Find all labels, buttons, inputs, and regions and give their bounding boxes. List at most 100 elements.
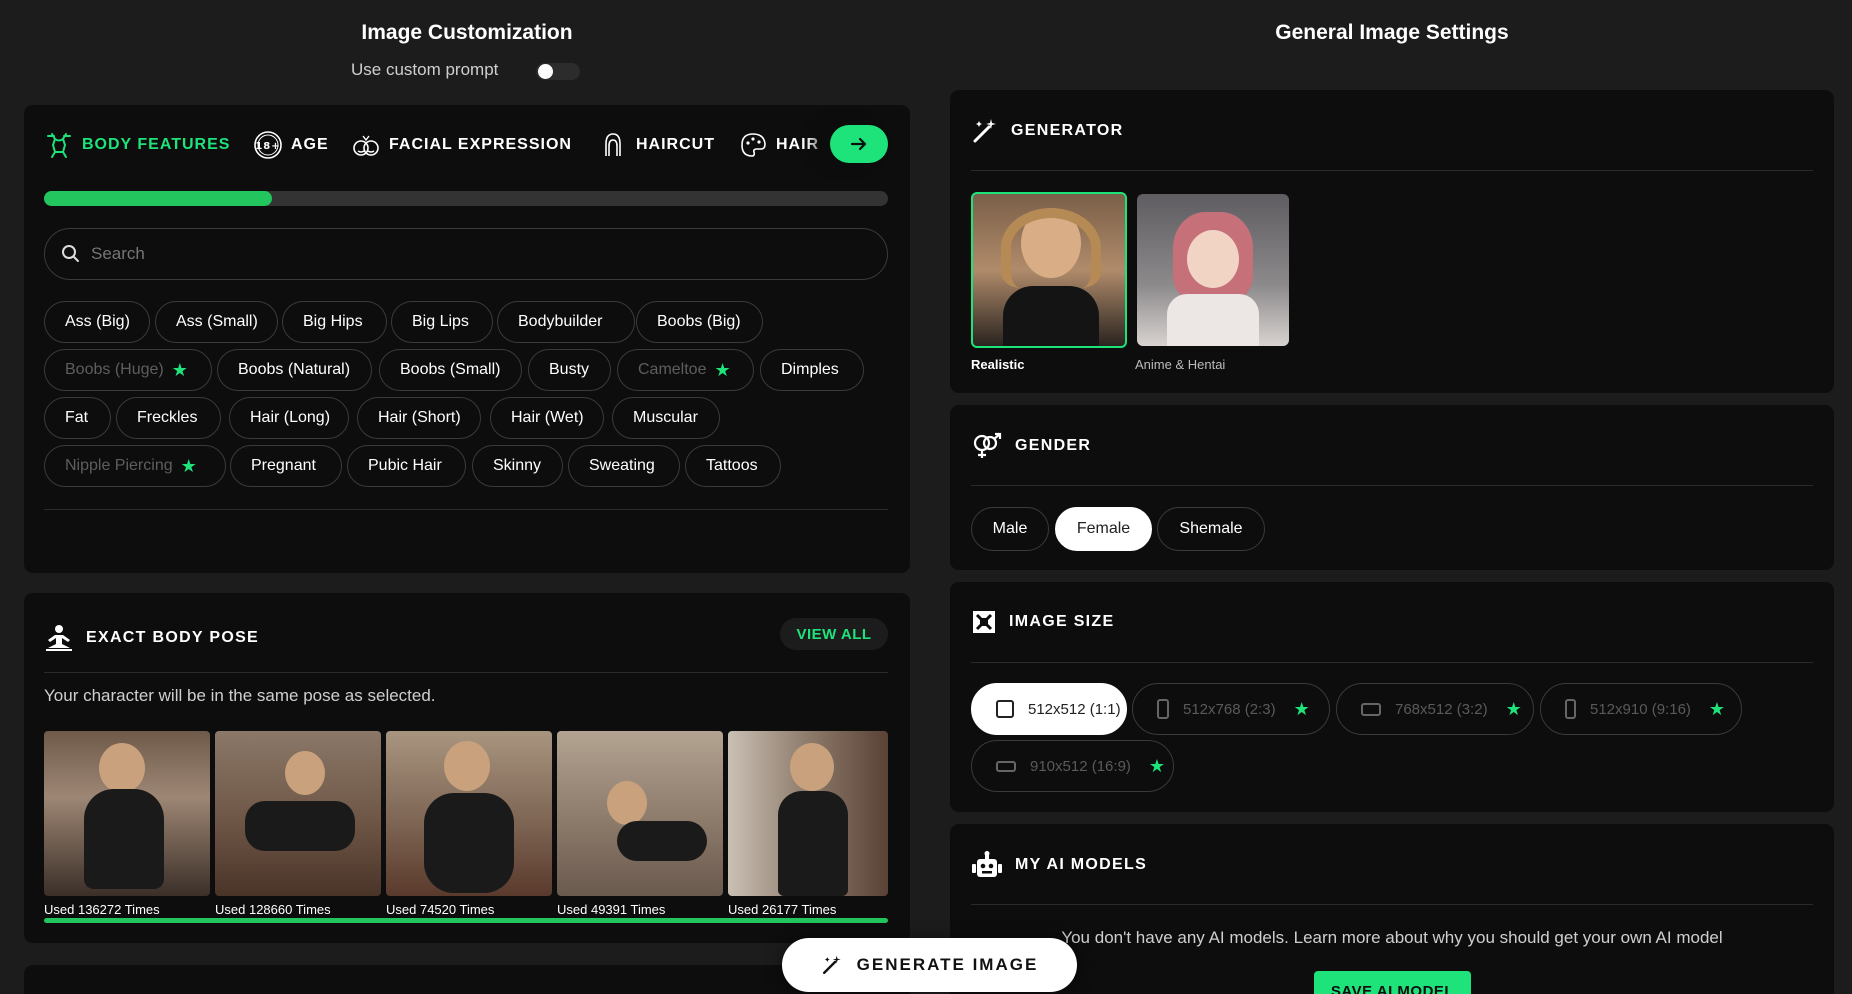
- magic-wand-icon: [822, 955, 841, 975]
- features-progress-bar: [44, 191, 888, 206]
- pose-usage-1: Used 136272 Times: [44, 902, 160, 917]
- pose-thumbnail-2[interactable]: [215, 731, 381, 896]
- size-512x768-button[interactable]: 512x768 (2:3) ★: [1132, 683, 1330, 735]
- tab-haircut[interactable]: HAIRCUT: [598, 130, 715, 160]
- tag-busty[interactable]: Busty: [528, 349, 611, 391]
- view-all-button[interactable]: VIEW ALL: [780, 618, 888, 650]
- gender-shemale-button[interactable]: Shemale: [1157, 507, 1265, 551]
- tag-pregnant[interactable]: Pregnant: [230, 445, 342, 487]
- face-icon: [353, 135, 379, 156]
- star-icon: ★: [714, 360, 731, 380]
- tag-ass-big[interactable]: Ass (Big): [44, 301, 150, 343]
- pose-scrollbar[interactable]: [44, 918, 888, 923]
- portrait-icon: [1157, 699, 1169, 719]
- star-icon: ★: [1708, 699, 1726, 719]
- star-icon: ★: [1505, 699, 1522, 719]
- portrait-icon: [1565, 699, 1576, 719]
- tag-muscular[interactable]: Muscular: [612, 397, 720, 439]
- square-icon: [996, 700, 1014, 718]
- tab-age[interactable]: 18+ AGE: [253, 130, 329, 160]
- landscape-icon: [1361, 702, 1381, 716]
- tag-hair-long[interactable]: Hair (Long): [229, 397, 349, 439]
- pose-section-title: EXACT BODY POSE: [44, 624, 259, 652]
- divider: [971, 485, 1813, 486]
- divider: [44, 509, 888, 510]
- tag-bodybuilder[interactable]: Bodybuilder: [497, 301, 635, 343]
- pose-usage-3: Used 74520 Times: [386, 902, 495, 917]
- gender-male-button[interactable]: Male: [971, 507, 1049, 551]
- generator-section-title: GENERATOR: [971, 117, 1123, 145]
- pose-usage-2: Used 128660 Times: [215, 902, 331, 917]
- tag-hair-short[interactable]: Hair (Short): [357, 397, 481, 439]
- image-size-section-title: IMAGE SIZE: [971, 609, 1114, 635]
- general-settings-title: General Image Settings: [1275, 21, 1509, 44]
- ai-models-section-title: MY AI MODELS: [971, 851, 1147, 879]
- tag-nipple-piercing[interactable]: Nipple Piercing ★: [44, 445, 226, 487]
- tag-boobs-big[interactable]: Boobs (Big): [636, 301, 763, 343]
- generator-option-realistic[interactable]: [971, 192, 1127, 348]
- tag-sweating[interactable]: Sweating: [568, 445, 680, 487]
- tag-tattoos[interactable]: Tattoos: [685, 445, 781, 487]
- tag-big-hips[interactable]: Big Hips: [282, 301, 387, 343]
- tabs-next-button[interactable]: [830, 125, 888, 163]
- tag-freckles[interactable]: Freckles: [116, 397, 221, 439]
- divider: [971, 170, 1813, 171]
- tag-ass-small[interactable]: Ass (Small): [155, 301, 278, 343]
- search-icon: [62, 245, 79, 262]
- tag-boobs-small[interactable]: Boobs (Small): [379, 349, 522, 391]
- toggle-knob: [538, 64, 553, 79]
- pose-thumbnail-4[interactable]: [557, 731, 723, 896]
- tag-pubic-hair[interactable]: Pubic Hair: [347, 445, 466, 487]
- tag-skinny[interactable]: Skinny: [472, 445, 563, 487]
- tab-label: AGE: [291, 136, 329, 153]
- save-ai-model-button[interactable]: SAVE AI MODEL: [1314, 971, 1471, 994]
- progress-fill: [44, 191, 272, 206]
- svg-text:18+: 18+: [255, 141, 280, 152]
- tag-cameltoe[interactable]: Cameltoe ★: [617, 349, 754, 391]
- tab-body-features[interactable]: BODY FEATURES: [44, 130, 230, 160]
- generator-label-realistic: Realistic: [971, 357, 1025, 372]
- resize-icon: [973, 611, 995, 633]
- tag-boobs-natural[interactable]: Boobs (Natural): [217, 349, 372, 391]
- robot-icon: [972, 851, 1002, 877]
- pose-thumbnail-5[interactable]: [728, 731, 888, 896]
- custom-prompt-toggle[interactable]: [536, 63, 580, 80]
- haircut-icon: [605, 133, 621, 156]
- generate-label: GENERATE IMAGE: [856, 955, 1039, 974]
- pose-usage-4: Used 49391 Times: [557, 902, 666, 917]
- tab-hair[interactable]: HAIR: [738, 130, 819, 160]
- size-512x512-button[interactable]: 512x512 (1:1): [971, 683, 1127, 735]
- pose-thumbnail-1[interactable]: [44, 731, 210, 896]
- body-icon: [47, 133, 71, 158]
- arrow-right-icon: [850, 137, 867, 151]
- pose-thumbnail-3[interactable]: [386, 731, 552, 896]
- star-icon: ★: [180, 456, 197, 476]
- generate-image-button[interactable]: GENERATE IMAGE: [782, 938, 1077, 992]
- tab-label: FACIAL EXPRESSION: [389, 136, 572, 153]
- tag-dimples[interactable]: Dimples: [760, 349, 864, 391]
- custom-prompt-label: Use custom prompt: [351, 60, 499, 79]
- tag-boobs-huge[interactable]: Boobs (Huge) ★: [44, 349, 212, 391]
- star-icon: ★: [171, 360, 188, 380]
- size-768x512-button[interactable]: 768x512 (3:2) ★: [1336, 683, 1534, 735]
- gender-icon: [973, 432, 1002, 458]
- generator-label-anime: Anime & Hentai: [1135, 357, 1226, 372]
- size-512x910-button[interactable]: 512x910 (9:16) ★: [1540, 683, 1742, 735]
- gender-female-button[interactable]: Female: [1055, 507, 1152, 551]
- tag-hair-wet[interactable]: Hair (Wet): [490, 397, 604, 439]
- generator-option-anime[interactable]: [1137, 194, 1289, 346]
- tab-label: BODY FEATURES: [82, 136, 231, 153]
- age-18-icon: 18+: [254, 131, 282, 159]
- tag-fat[interactable]: Fat: [44, 397, 111, 439]
- search-box[interactable]: [44, 228, 888, 280]
- tab-facial-expression[interactable]: FACIAL EXPRESSION: [351, 130, 572, 160]
- tab-label: HAIR: [776, 136, 820, 153]
- image-customization-title: Image Customization: [361, 21, 573, 44]
- gender-section-title: GENDER: [971, 432, 1091, 460]
- tag-big-lips[interactable]: Big Lips: [391, 301, 493, 343]
- size-910x512-button[interactable]: 910x512 (16:9) ★: [971, 740, 1174, 792]
- divider: [44, 672, 888, 673]
- pose-usage-5: Used 26177 Times: [728, 902, 837, 917]
- search-input[interactable]: [91, 244, 851, 264]
- landscape-icon: [996, 760, 1016, 772]
